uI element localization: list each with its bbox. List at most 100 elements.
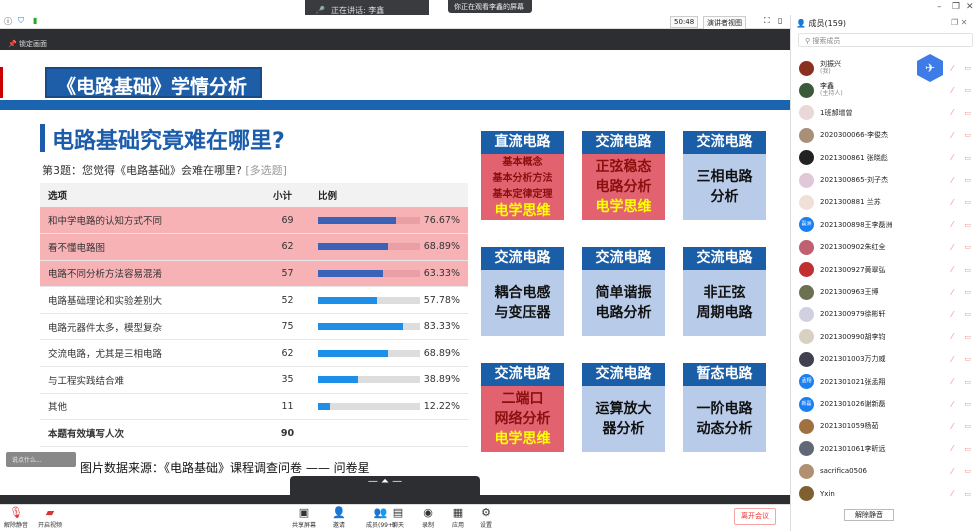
members-button[interactable]: 👥 成员(99+) — [366, 506, 395, 529]
camera-off-icon[interactable]: ▭ — [964, 109, 971, 117]
camera-off-icon[interactable]: ▭ — [964, 198, 971, 206]
view-mode-dropdown[interactable]: 演讲者视图 — [703, 16, 746, 30]
mic-off-icon[interactable]: ⁄ — [952, 220, 953, 229]
ratio-bar — [318, 349, 420, 357]
member-search-input[interactable]: ⚲ 搜索成员 — [798, 33, 973, 47]
camera-off-icon[interactable]: ▭ — [964, 288, 971, 296]
mic-off-icon[interactable]: ⁄ — [952, 288, 953, 297]
mic-off-icon[interactable]: ⁄ — [952, 489, 953, 498]
camera-off-icon[interactable]: ▭ — [964, 64, 971, 72]
layout-icon[interactable]: ▯ — [778, 16, 782, 25]
chat-button[interactable]: ▤ 聊天 — [392, 506, 404, 529]
camera-off-icon[interactable]: ▭ — [964, 355, 971, 363]
camera-off-icon[interactable]: ▭ — [964, 131, 971, 139]
camera-off-icon[interactable]: ▭ — [964, 310, 971, 318]
shield-icon[interactable]: ⛉ — [18, 16, 24, 26]
mic-off-icon[interactable]: ⁄ — [952, 444, 953, 453]
member-item[interactable]: Yxin ⁄ ▭ — [799, 484, 975, 504]
camera-off-icon[interactable]: ▭ — [964, 266, 971, 274]
camera-off-icon[interactable]: ▭ — [964, 467, 971, 475]
unmute-all-button[interactable]: 解除静音 — [844, 509, 894, 521]
member-item[interactable]: 李鑫 (主持人) ⁄ ▭ — [799, 80, 975, 100]
screen-button[interactable]: ▣ 共享屏幕 — [292, 506, 316, 529]
mic-off-icon[interactable]: ⁄ — [952, 176, 953, 185]
mic-off-icon[interactable]: ⁄ — [952, 467, 953, 476]
mic-off-icon[interactable]: ⁄ — [952, 86, 953, 95]
mic-off-icon[interactable]: ⁄ — [952, 400, 953, 409]
apps-button[interactable]: ▦ 应用 — [452, 506, 464, 529]
record-button[interactable]: ◉ 录制 — [422, 506, 434, 529]
mic-off-icon[interactable]: ⁄ — [952, 377, 953, 386]
count-cell: 75 — [265, 313, 310, 341]
minimize-button[interactable]: – — [937, 2, 942, 12]
member-item[interactable]: 2021300902朱红全 ⁄ ▭ — [799, 237, 975, 257]
camera-off-icon[interactable]: ▭ — [964, 333, 971, 341]
info-icon[interactable]: ⓘ — [4, 16, 12, 27]
ratio-bar — [318, 376, 420, 384]
card-line: 电路分析 — [595, 179, 652, 195]
member-item[interactable]: 2021300927黄翠弘 ⁄ ▭ — [799, 260, 975, 280]
camera-off-icon[interactable]: ▭ — [964, 243, 971, 251]
member-item[interactable]: 2021301003万力威 ⁄ ▭ — [799, 349, 975, 369]
fullscreen-icon[interactable]: ⛶ — [764, 16, 770, 26]
mic-off-icon[interactable]: ⁄ — [952, 64, 953, 73]
member-item[interactable]: 2021300865-刘子杰 ⁄ ▭ — [799, 170, 975, 190]
camera-off-icon[interactable]: ▭ — [964, 221, 971, 229]
member-name: 2020300066-李俊杰 — [820, 131, 889, 140]
topic-card: 交流电路 三相电路 分析 — [683, 131, 766, 220]
member-name-block: sacrifica0506 — [820, 467, 867, 475]
mic-off-icon[interactable]: ⁄ — [952, 131, 953, 140]
member-item[interactable]: sacrifica0506 ⁄ ▭ — [799, 461, 975, 481]
member-item[interactable]: 2021300979徐彬轩 ⁄ ▭ — [799, 304, 975, 324]
mic-off-icon[interactable]: ⁄ — [952, 332, 953, 341]
camera-off-icon[interactable]: ▭ — [964, 445, 971, 453]
member-item[interactable]: 2020300066-李俊杰 ⁄ ▭ — [799, 125, 975, 145]
table-row: 其他 11 12.22% — [40, 393, 468, 421]
member-item[interactable]: 刘振兴 (我) ⁄ ▭ — [799, 58, 975, 78]
member-role: (主持人) — [820, 90, 843, 98]
mic-off-button[interactable]: 🎙 解除静音 — [4, 506, 28, 529]
popout-icon[interactable]: ❐ ✕ — [951, 18, 967, 27]
chat-input[interactable]: 说点什么... — [6, 452, 76, 467]
restore-button[interactable]: ❐ — [952, 2, 960, 12]
signal-icon[interactable]: ▮ — [33, 16, 37, 25]
question-tag: [多选题] — [245, 164, 287, 177]
leave-meeting-button[interactable]: 离开会议 — [734, 508, 776, 525]
mic-off-icon[interactable]: ⁄ — [952, 108, 953, 117]
camera-off-icon[interactable]: ▭ — [964, 422, 971, 430]
lock-view-button[interactable]: 📌 锁定画面 — [8, 39, 47, 49]
member-item[interactable]: 2021301059杨茹 ⁄ ▭ — [799, 416, 975, 436]
mic-off-icon[interactable]: ⁄ — [952, 310, 953, 319]
member-item[interactable]: 2021300861 张晓彪 ⁄ ▭ — [799, 148, 975, 168]
collapse-toolbar-handle[interactable]: — ⏶ — — [290, 476, 480, 495]
close-button[interactable]: ✕ — [966, 2, 974, 12]
camera-off-icon[interactable]: ▭ — [964, 86, 971, 94]
mic-off-icon[interactable]: ⁄ — [952, 243, 953, 252]
camera-off-icon[interactable]: ▭ — [964, 400, 971, 408]
mic-off-icon[interactable]: ⁄ — [952, 265, 953, 274]
member-item[interactable]: 新磊 2021301026谢新磊 ⁄ ▭ — [799, 394, 975, 414]
member-item[interactable]: 1班郝增曾 ⁄ ▭ — [799, 103, 975, 123]
camera-off-icon[interactable]: ▭ — [964, 378, 971, 386]
avatar — [799, 150, 814, 166]
member-item[interactable]: 2021300963王博 ⁄ ▭ — [799, 282, 975, 302]
ratio-bar — [318, 296, 420, 304]
member-item[interactable]: 2021300881 兰苏 ⁄ ▭ — [799, 192, 975, 212]
mic-off-icon[interactable]: ⁄ — [952, 355, 953, 364]
gear-button[interactable]: ⚙ 设置 — [480, 506, 492, 529]
camera-off-icon[interactable]: ▭ — [964, 490, 971, 498]
members-count: 成员(159) — [808, 19, 847, 28]
mic-off-icon[interactable]: ⁄ — [952, 198, 953, 207]
member-item[interactable]: 孟翔 2021301021张孟翔 ⁄ ▭ — [799, 372, 975, 392]
member-item[interactable]: 2021301061李昕远 ⁄ ▭ — [799, 439, 975, 459]
invite-button[interactable]: 👤 邀请 — [332, 506, 346, 529]
mic-off-icon[interactable]: ⁄ — [952, 422, 953, 431]
camera-off-icon[interactable]: ▭ — [964, 176, 971, 184]
member-item[interactable]: 2021300990胡李钧 ⁄ ▭ — [799, 327, 975, 347]
watching-banner[interactable]: 你正在观看李鑫的屏幕 — [448, 0, 532, 13]
member-item[interactable]: 磊洲 2021300898王李磊洲 ⁄ ▭ — [799, 215, 975, 235]
mic-off-icon[interactable]: ⁄ — [952, 153, 953, 162]
avatar — [799, 60, 814, 76]
camera-off-button[interactable]: ▰ 开启视频 — [38, 506, 62, 529]
camera-off-icon[interactable]: ▭ — [964, 154, 971, 162]
